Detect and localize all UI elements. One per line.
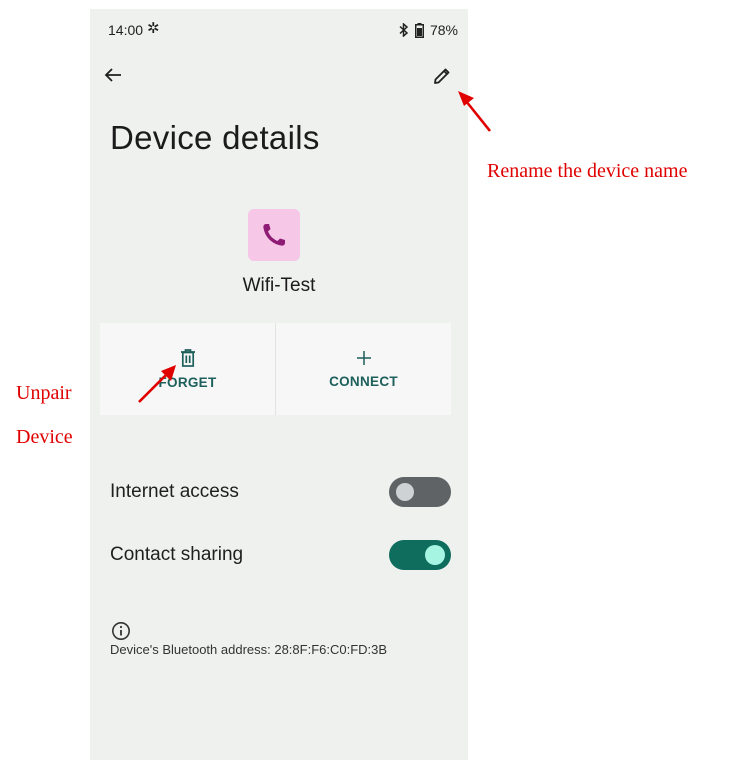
rename-arrow-shaft: [464, 100, 492, 132]
rename-arrow-head: [458, 91, 474, 106]
annotation-arrows: [138, 91, 492, 403]
rename-annotation: Rename the device name: [487, 160, 688, 182]
unpair-annotation-line1: Unpair: [16, 382, 72, 404]
unpair-arrow-shaft: [138, 373, 168, 403]
unpair-annotation-line2: Device: [16, 426, 73, 448]
